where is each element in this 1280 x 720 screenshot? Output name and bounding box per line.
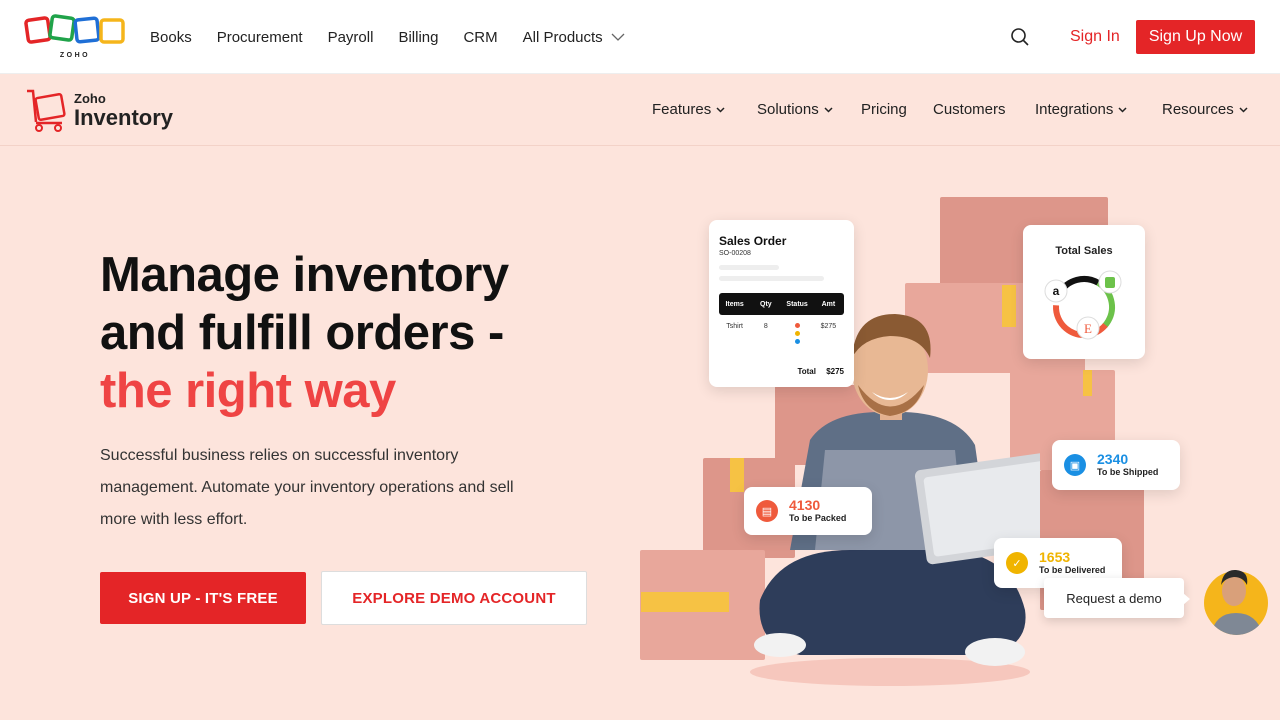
hero-description: Successful business relies on successful…: [100, 447, 514, 528]
shipping-icon: ▣: [1064, 454, 1086, 476]
inventory-logo[interactable]: Zoho Inventory: [24, 88, 173, 132]
chevron-down-icon: [1118, 106, 1127, 113]
packed-label: To be Packed: [789, 512, 847, 523]
shipped-value: 2340: [1097, 451, 1129, 468]
nav-crm[interactable]: CRM: [463, 29, 497, 46]
packed-text: 4130 To be Packed: [789, 497, 847, 523]
inventory-wordmark: Zoho Inventory: [74, 92, 173, 129]
nav-procurement[interactable]: Procurement: [217, 29, 303, 46]
zoho-top-bar: ZOHO Books Procurement Payroll Billing C…: [0, 0, 1280, 74]
pricing-label: Pricing: [861, 101, 907, 118]
cart-logo-icon: [27, 89, 66, 132]
hero-title: Manage inventory and fulfill orders - th…: [100, 246, 509, 420]
request-demo-label: Request a demo: [1066, 590, 1162, 606]
chevron-down-icon: [716, 106, 725, 113]
packed-value: 4130: [789, 497, 821, 514]
nav-books[interactable]: Books: [150, 29, 192, 46]
sign-up-now-button[interactable]: Sign Up Now: [1136, 20, 1255, 54]
delivered-label: To be Delivered: [1039, 564, 1106, 575]
to-be-packed-card: ▤ 4130 To be Packed: [744, 487, 872, 535]
sign-in-link[interactable]: Sign In: [1070, 28, 1120, 46]
solutions-label: Solutions: [757, 101, 819, 118]
placeholder-line: [719, 276, 824, 281]
all-products-label: All Products: [522, 28, 603, 46]
product-nav: Zoho Inventory Features Solutions Pricin…: [0, 74, 1280, 146]
sales-order-title: Sales Order: [719, 234, 787, 248]
table-row: Tshirt 8 $275: [719, 323, 844, 347]
nav-resources[interactable]: Resources: [1162, 101, 1248, 118]
chevron-down-icon: [611, 33, 625, 41]
delivered-text: 1653 To be Delivered: [1039, 549, 1106, 575]
placeholder-line: [719, 265, 779, 270]
sales-order-total: Total $275: [709, 367, 844, 376]
chevron-down-icon: [824, 106, 833, 113]
logo-inventory-text: Inventory: [74, 104, 174, 130]
amazon-icon: a: [1053, 284, 1060, 298]
sales-order-number: SO-00208: [719, 250, 751, 257]
nav-solutions[interactable]: Solutions: [757, 101, 833, 118]
total-value: $275: [826, 367, 844, 376]
nav-customers[interactable]: Customers: [933, 101, 1006, 118]
zoho-logo[interactable]: ZOHO: [24, 14, 126, 60]
etsy-icon: E: [1084, 321, 1092, 336]
nav-billing[interactable]: Billing: [398, 29, 438, 46]
total-sales-card: Total Sales a E: [1023, 225, 1145, 359]
col-amt: Amt: [821, 300, 836, 308]
resources-label: Resources: [1162, 101, 1234, 118]
status-dot: [794, 323, 800, 328]
demo-agent-avatar[interactable]: [1203, 561, 1270, 635]
nav-integrations[interactable]: Integrations: [1035, 101, 1127, 118]
sales-order-table-header: Items Qty Status Amt: [719, 293, 844, 315]
box-tape: [641, 592, 729, 612]
total-sales-title: Total Sales: [1055, 245, 1113, 257]
sales-order-card: Sales Order SO-00208 Items Qty Status Am…: [709, 220, 854, 387]
col-items: Items: [725, 300, 744, 308]
nav-features[interactable]: Features: [652, 101, 725, 118]
customers-label: Customers: [933, 101, 1006, 118]
nav-all-products[interactable]: All Products: [523, 29, 625, 46]
cell-qty: 8: [763, 323, 768, 330]
explore-demo-button[interactable]: EXPLORE DEMO ACCOUNT: [321, 571, 587, 625]
nav-pricing[interactable]: Pricing: [861, 101, 907, 118]
delivered-value: 1653: [1039, 549, 1071, 566]
delivered-check-icon: ✓: [1006, 552, 1028, 574]
status-dot: [794, 331, 800, 336]
shopify-icon: [1105, 277, 1115, 288]
shipped-text: 2340 To be Shipped: [1097, 451, 1159, 477]
col-status: Status: [786, 300, 808, 308]
request-demo-button[interactable]: Request a demo: [1044, 578, 1190, 618]
package-icon: ▤: [756, 500, 778, 522]
hero-title-accent: the right way: [100, 364, 396, 418]
nav-payroll[interactable]: Payroll: [328, 29, 374, 46]
hero-title-line2: and fulfill orders -: [100, 306, 504, 360]
integrations-label: Integrations: [1035, 101, 1114, 118]
zoho-wordmark: ZOHO: [60, 52, 90, 59]
box-tape: [1083, 370, 1092, 396]
search-icon[interactable]: [1010, 27, 1030, 47]
logo-zoho-text: Zoho: [74, 90, 106, 106]
chevron-down-icon: [1239, 106, 1248, 113]
cell-amt: $275: [820, 323, 837, 330]
cell-status: [782, 323, 813, 347]
zoho-apps-nav: Books Procurement Payroll Billing CRM Al…: [150, 0, 650, 74]
sales-donut-chart: a E: [1044, 270, 1122, 340]
shipped-label: To be Shipped: [1097, 466, 1159, 477]
total-label: Total: [797, 367, 816, 376]
status-dot: [794, 339, 800, 344]
cell-item: Tshirt: [726, 323, 743, 330]
signup-free-button[interactable]: SIGN UP - IT'S FREE: [100, 572, 306, 624]
col-qty: Qty: [760, 300, 772, 308]
agent-photo: [1204, 569, 1268, 635]
to-be-shipped-card: ▣ 2340 To be Shipped: [1052, 440, 1180, 490]
features-label: Features: [652, 101, 712, 118]
hero-title-line1: Manage inventory: [100, 248, 509, 302]
